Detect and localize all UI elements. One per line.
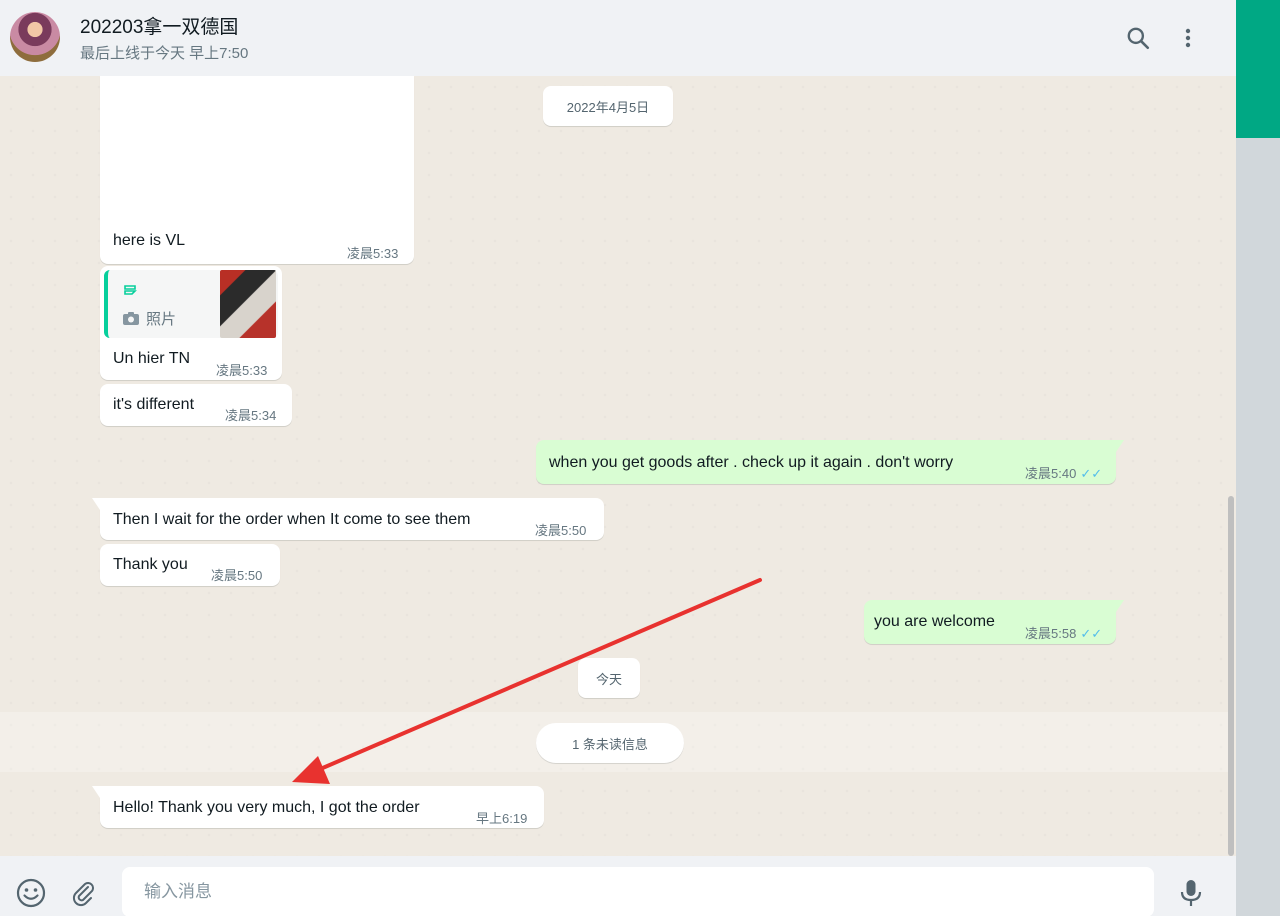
message-incoming-reply[interactable]: 照片 Un hier TN 凌晨5:33 bbox=[100, 266, 282, 380]
message-time: 凌晨5:40 bbox=[1025, 466, 1077, 481]
message-time-status: 凌晨5:58 ✓✓ bbox=[1025, 623, 1102, 642]
message-incoming[interactable]: Then I wait for the order when It come t… bbox=[92, 498, 604, 540]
accent-bar bbox=[1236, 0, 1280, 138]
double-check-icon: ✓✓ bbox=[1080, 466, 1103, 481]
mic-icon[interactable] bbox=[1174, 876, 1208, 910]
message-time: 凌晨5:50 bbox=[535, 523, 587, 538]
message-time: 凌晨5:50 bbox=[211, 568, 263, 583]
message-text: Then I wait for the order when It come t… bbox=[113, 511, 471, 528]
message-time-status: 凌晨5:40 ✓✓ bbox=[1025, 463, 1102, 482]
message-incoming[interactable]: it's different 凌晨5:34 bbox=[100, 384, 292, 426]
date-divider: 2022年4月5日 bbox=[543, 86, 673, 126]
message-input[interactable] bbox=[122, 867, 1154, 916]
quoted-message[interactable]: 照片 bbox=[104, 270, 278, 338]
message-time: 早上6:19 bbox=[476, 811, 528, 826]
quoted-photo-thumbnail bbox=[220, 270, 276, 338]
message-time: 凌晨5:34 bbox=[225, 408, 277, 423]
message-text: Hello! Thank you very much, I got the or… bbox=[113, 799, 420, 816]
quote-sender-icon bbox=[122, 282, 138, 301]
unread-count: 1 条未读信息 bbox=[536, 723, 684, 763]
side-panel-edge bbox=[1236, 0, 1280, 916]
last-seen-status: 最后上线于今天 早上7:50 bbox=[80, 45, 249, 62]
double-check-icon: ✓✓ bbox=[1080, 626, 1103, 641]
chat-header: 202203拿一双德国 最后上线于今天 早上7:50 bbox=[0, 0, 1236, 76]
message-time: 凌晨5:58 bbox=[1025, 626, 1077, 641]
message-time: 凌晨5:33 bbox=[347, 246, 399, 261]
quote-kind: 照片 bbox=[122, 308, 176, 329]
emoji-icon[interactable] bbox=[14, 876, 48, 910]
message-text: Thank you bbox=[113, 556, 188, 573]
attach-icon[interactable] bbox=[66, 876, 100, 910]
chat-title[interactable]: 202203拿一双德国 bbox=[80, 12, 238, 39]
message-text: here is VL bbox=[113, 232, 186, 249]
message-incoming[interactable]: Hello! Thank you very much, I got the or… bbox=[92, 786, 544, 828]
message-incoming[interactable]: Thank you 凌晨5:50 bbox=[100, 544, 280, 586]
composer-bar bbox=[0, 856, 1236, 916]
scrollbar-thumb[interactable] bbox=[1228, 496, 1234, 856]
search-icon[interactable] bbox=[1122, 22, 1154, 54]
message-outgoing[interactable]: when you get goods after . check up it a… bbox=[536, 440, 1124, 484]
message-text: Un hier TN bbox=[113, 350, 191, 367]
camera-icon bbox=[123, 312, 139, 325]
message-time: 凌晨5:33 bbox=[216, 363, 268, 378]
quote-kind-label: 照片 bbox=[146, 311, 177, 328]
message-outgoing[interactable]: you are welcome 凌晨5:58 ✓✓ bbox=[864, 600, 1124, 644]
message-text: you are welcome bbox=[874, 613, 995, 630]
date-divider: 今天 bbox=[578, 658, 640, 698]
more-vertical-icon[interactable] bbox=[1172, 22, 1204, 54]
message-incoming[interactable]: here is VL 凌晨5:33 bbox=[100, 76, 414, 264]
message-text: it's different bbox=[113, 396, 195, 413]
avatar[interactable] bbox=[10, 12, 60, 62]
message-text: when you get goods after . check up it a… bbox=[549, 454, 954, 471]
